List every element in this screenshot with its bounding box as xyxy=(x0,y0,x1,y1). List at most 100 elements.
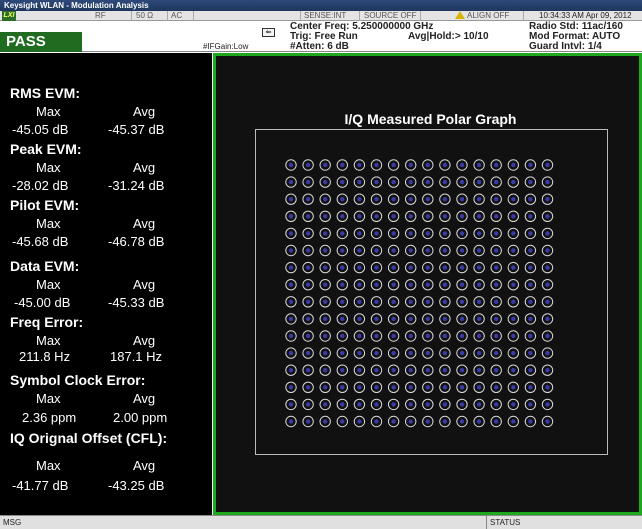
constellation-point xyxy=(374,316,379,322)
data-evm-avg-label: Avg xyxy=(133,277,156,292)
constellation-point xyxy=(494,179,499,185)
constellation-point xyxy=(305,197,311,202)
pilot-evm-avg-label: Avg xyxy=(133,216,156,231)
freq-error-title: Freq Error: xyxy=(10,314,84,330)
constellation-point xyxy=(374,350,379,356)
constellation-point xyxy=(391,402,396,407)
pilot-evm-max-value: -45.68 dB xyxy=(12,234,69,249)
constellation-point xyxy=(391,333,396,339)
constellation-point xyxy=(459,333,465,339)
constellation-point xyxy=(323,333,328,339)
constellation-point xyxy=(408,316,413,322)
if-gain-indicator: #IFGain:Low xyxy=(203,42,249,51)
constellation-point xyxy=(305,368,311,373)
rms-evm-title: RMS EVM: xyxy=(10,85,80,101)
iq-offset-avg-value: -43.25 dB xyxy=(108,478,165,493)
constellation-point xyxy=(528,265,533,270)
pilot-evm-avg-value: -46.78 dB xyxy=(108,234,165,249)
constellation-point xyxy=(357,214,362,219)
instrument-status-bar: LXI RF 50 Ω AC SENSE:INT SOURCE OFF ALIG… xyxy=(0,11,642,21)
constellation-plot xyxy=(285,159,554,428)
constellation-point xyxy=(340,333,345,339)
constellation-point xyxy=(323,282,328,287)
rms-evm-avg-label: Avg xyxy=(133,104,156,119)
constellation-point xyxy=(442,402,448,407)
return-arrow-icon[interactable]: ⇐ xyxy=(262,28,275,37)
constellation-point xyxy=(511,231,516,236)
constellation-point xyxy=(528,402,533,407)
constellation-point xyxy=(425,368,430,373)
constellation-point xyxy=(545,350,550,356)
constellation-point xyxy=(528,231,533,236)
constellation-point xyxy=(323,214,328,219)
constellation-point xyxy=(305,385,311,390)
constellation-point xyxy=(511,265,516,270)
constellation-point xyxy=(305,419,311,424)
constellation-point xyxy=(357,162,362,168)
constellation-point xyxy=(305,231,311,236)
constellation-point xyxy=(545,214,550,219)
constellation-point xyxy=(425,299,430,304)
constellation-point xyxy=(425,419,430,424)
constellation-point xyxy=(305,214,311,219)
constellation-point xyxy=(391,162,396,168)
constellation-point xyxy=(442,350,448,356)
constellation-point xyxy=(357,350,362,356)
align-text: ALIGN OFF xyxy=(467,11,510,20)
constellation-point xyxy=(545,265,550,270)
constellation-point xyxy=(305,333,311,339)
constellation-point xyxy=(442,385,448,390)
constellation-point xyxy=(545,231,550,236)
constellation-point xyxy=(391,231,396,236)
constellation-point xyxy=(545,282,550,287)
symbol-clock-max-label: Max xyxy=(36,391,61,406)
constellation-point xyxy=(391,350,396,356)
window-title: Keysight WLAN - Modulation Analysis xyxy=(4,1,149,10)
attenuation-readout: #Atten: 6 dB xyxy=(290,41,349,52)
constellation-point xyxy=(340,350,345,356)
polar-graph-window[interactable]: I/Q Measured Polar Graph xyxy=(213,53,642,515)
constellation-point xyxy=(323,197,328,202)
freq-error-avg-value: 187.1 Hz xyxy=(110,349,163,364)
peak-evm-max-label: Max xyxy=(36,160,61,175)
constellation-point xyxy=(357,197,362,202)
constellation-point xyxy=(391,179,396,185)
constellation-point xyxy=(357,299,362,304)
constellation-point xyxy=(494,265,499,270)
constellation-point xyxy=(425,316,430,322)
constellation-point xyxy=(459,214,465,219)
constellation-point xyxy=(408,162,413,168)
constellation-point xyxy=(340,402,345,407)
rms-evm-max-label: Max xyxy=(36,104,61,119)
constellation-point xyxy=(459,402,465,407)
constellation-point xyxy=(459,231,465,236)
constellation-point xyxy=(511,282,516,287)
constellation-point xyxy=(374,231,379,236)
constellation-point xyxy=(425,402,430,407)
constellation-point xyxy=(545,385,550,390)
constellation-point xyxy=(408,231,413,236)
constellation-point xyxy=(374,385,379,390)
constellation-point xyxy=(374,162,379,168)
constellation-point xyxy=(511,197,516,202)
constellation-point xyxy=(511,179,516,185)
constellation-point xyxy=(357,248,362,253)
constellation-point xyxy=(459,282,465,287)
constellation-point xyxy=(408,402,413,407)
constellation-point xyxy=(442,248,448,253)
constellation-point xyxy=(545,299,550,304)
constellation-point xyxy=(476,333,482,339)
constellation-point xyxy=(305,299,311,304)
constellation-point xyxy=(323,350,328,356)
constellation-point xyxy=(442,419,448,424)
constellation-point xyxy=(476,265,482,270)
constellation-point xyxy=(323,385,328,390)
constellation-point xyxy=(494,214,499,219)
constellation-point xyxy=(340,316,345,322)
datetime: 10:34:33 AM Apr 09, 2012 xyxy=(539,11,632,20)
constellation-point xyxy=(511,402,516,407)
peak-evm-avg-value: -31.24 dB xyxy=(108,178,165,193)
constellation-point xyxy=(511,419,516,424)
constellation-point xyxy=(545,402,550,407)
constellation-point xyxy=(408,248,413,253)
